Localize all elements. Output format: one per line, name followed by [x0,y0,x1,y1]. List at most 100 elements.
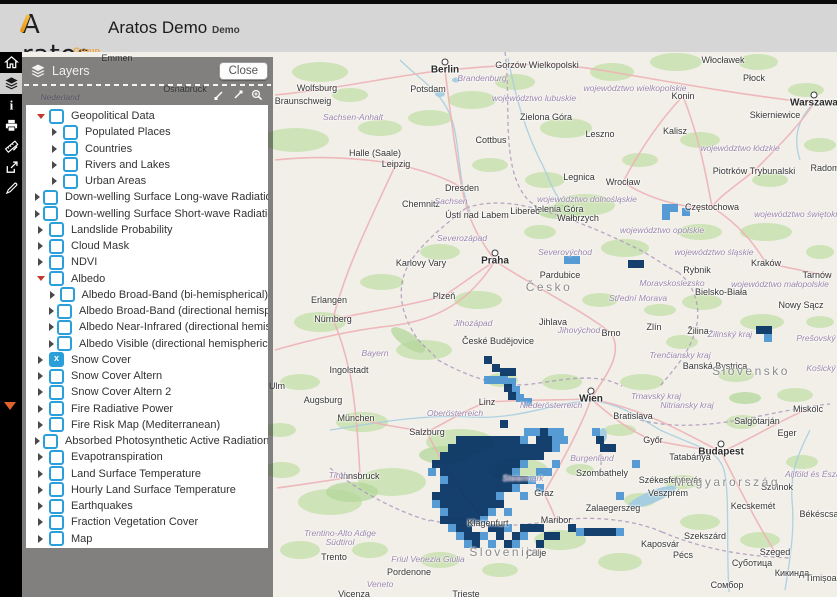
layer-item[interactable]: Albedo Near-Infrared (directional hemisp… [26,319,268,335]
collapse-arrow-icon[interactable] [35,114,46,119]
expand-arrow-icon[interactable] [35,226,46,234]
expand-arrow-icon[interactable] [35,453,46,461]
expand-arrow-icon[interactable] [35,193,40,201]
layer-item[interactable]: Snow Cover Altern [26,368,268,384]
expand-arrow-icon[interactable] [35,388,46,396]
layer-checkbox[interactable] [49,222,64,237]
region-label: Steiermark [502,473,543,483]
layer-item[interactable]: Cloud Mask [26,238,268,254]
layer-checkbox[interactable] [57,320,72,335]
layer-item[interactable]: Rivers and Lakes [26,157,268,173]
expand-arrow-icon[interactable] [49,161,60,169]
home-icon[interactable] [0,52,22,73]
layer-item[interactable]: Hourly Land Surface Temperature [26,482,268,498]
expand-arrow-icon[interactable] [35,372,46,380]
expand-arrow-icon[interactable] [35,502,46,510]
layer-item[interactable]: Populated Places [26,124,268,140]
expand-arrow-icon[interactable] [49,128,60,136]
print-icon[interactable] [0,115,22,136]
layer-checkbox[interactable] [43,434,58,449]
layer-item[interactable]: Albedo Visible (directional hemispherica… [26,336,268,352]
aratos-logo[interactable]: Aratos Group [22,10,100,50]
expand-arrow-icon[interactable] [35,242,46,250]
layer-checkbox[interactable] [57,336,72,351]
draw-shape-icon[interactable] [232,89,244,101]
layer-item[interactable]: Snow Cover [26,352,268,368]
expand-arrow-icon[interactable] [35,535,46,543]
layer-checkbox[interactable] [63,125,78,140]
expand-arrow-icon[interactable] [49,177,60,185]
expand-arrow-icon[interactable] [35,210,40,218]
layer-item[interactable]: Snow Cover Altern 2 [26,384,268,400]
layer-checkbox[interactable] [49,417,64,432]
layer-label: Landslide Probability [71,224,173,236]
layer-checkbox[interactable] [49,531,64,546]
edit-icon[interactable] [0,178,22,199]
layer-checkbox[interactable] [63,174,78,189]
expand-arrow-icon[interactable] [35,486,46,494]
expand-arrow-icon[interactable] [49,323,54,331]
collapse-arrow-icon[interactable] [35,276,46,281]
layer-item[interactable]: Land Surface Temperature [26,466,268,482]
layer-checkbox[interactable] [49,482,64,497]
expand-arrow-icon[interactable] [49,291,57,299]
layer-item[interactable]: Evapotranspiration [26,449,268,465]
region-label: Košický kraj [806,363,837,373]
panel-toggle-arrow[interactable] [4,402,16,410]
layer-checkbox[interactable] [49,401,64,416]
layer-checkbox[interactable] [57,304,72,319]
layer-checkbox[interactable] [43,206,58,221]
layer-checkbox[interactable] [49,271,64,286]
city-label: Legnica [563,172,595,182]
layer-item[interactable]: Albedo Broad-Band (directional hemispher… [26,303,268,319]
info-icon[interactable]: i [0,94,22,115]
layer-item[interactable]: Albedo Broad-Band (bi-hemispherical) [26,287,268,303]
layer-item[interactable]: Map [26,531,268,547]
layer-item[interactable]: Fire Radiative Power [26,401,268,417]
layer-item[interactable]: Earthquakes [26,498,268,514]
layer-item[interactable]: Fraction Vegetation Cover [26,514,268,530]
expand-arrow-icon[interactable] [35,421,46,429]
layer-checkbox[interactable] [49,255,64,270]
layer-item[interactable]: Countries [26,141,268,157]
layer-item[interactable]: Down-welling Surface Long-wave Radiation… [26,189,268,205]
demo-link[interactable]: Demo [212,25,240,36]
expand-arrow-icon[interactable] [35,437,40,445]
measure-icon[interactable] [0,136,22,157]
zoom-in-icon[interactable] [251,89,263,101]
layer-item[interactable]: Down-welling Surface Short-wave Radiatio… [26,206,268,222]
expand-arrow-icon[interactable] [49,340,54,348]
expand-arrow-icon[interactable] [35,470,46,478]
share-icon[interactable] [0,157,22,178]
layer-checkbox[interactable] [63,157,78,172]
layer-checkbox[interactable] [49,385,64,400]
city-label: Szekszárd [684,531,726,541]
layer-checkbox[interactable] [49,515,64,530]
expand-arrow-icon[interactable] [35,258,46,266]
close-button[interactable]: Close [219,62,268,80]
expand-arrow-icon[interactable] [49,145,60,153]
layer-item[interactable]: Albedo [26,271,268,287]
expand-arrow-icon[interactable] [35,405,46,413]
layer-checkbox[interactable] [49,352,64,367]
layers-icon[interactable] [0,73,22,94]
layer-checkbox[interactable] [49,109,64,124]
layer-item[interactable]: Fire Risk Map (Mediterranean) [26,417,268,433]
layer-checkbox[interactable] [43,190,58,205]
layer-item[interactable]: Geopolitical Data [26,108,268,124]
layer-item[interactable]: Urban Areas [26,173,268,189]
layer-checkbox[interactable] [49,450,64,465]
layer-checkbox[interactable] [49,499,64,514]
expand-arrow-icon[interactable] [35,356,46,364]
layer-item[interactable]: Landslide Probability [26,222,268,238]
expand-arrow-icon[interactable] [35,518,46,526]
layer-checkbox[interactable] [49,369,64,384]
draw-line-icon[interactable] [213,89,225,101]
layer-checkbox[interactable] [49,466,64,481]
expand-arrow-icon[interactable] [49,307,54,315]
layer-item[interactable]: NDVI [26,254,268,270]
layer-checkbox[interactable] [60,287,75,302]
layer-checkbox[interactable] [49,239,64,254]
layer-checkbox[interactable] [63,141,78,156]
layer-item[interactable]: Absorbed Photosynthetic Active Radiation [26,433,268,449]
